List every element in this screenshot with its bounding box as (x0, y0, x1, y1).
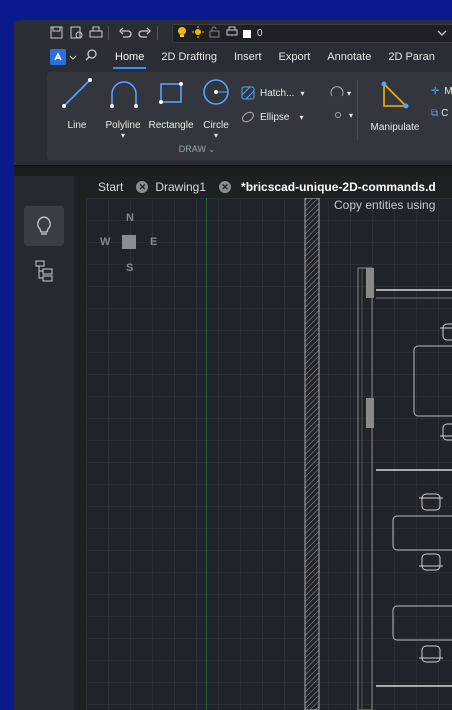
point-icon (335, 112, 341, 118)
layer-color-swatch (243, 29, 251, 38)
quick-access-toolbar: 0 (14, 20, 452, 45)
chevron-down-icon: ⌄ (208, 145, 216, 154)
copy-label: C (441, 108, 449, 119)
hatch-icon (241, 86, 255, 100)
hatch-label: Hatch... (260, 87, 295, 99)
manipulate-label: Manipulate (370, 122, 420, 133)
doc-tab-label: Drawing1 (155, 180, 207, 194)
layer-print-icon (226, 26, 238, 41)
circle-button[interactable]: Circle ▾ (197, 76, 235, 140)
draw-panel-title[interactable]: DRAW ⌄ (47, 144, 347, 154)
doc-tab-label: *bricscad-unique-2D-commands.d (241, 180, 436, 194)
polyline-button[interactable]: Polyline ▾ (99, 76, 147, 140)
tab-2d-parametric[interactable]: 2D Paran (388, 51, 434, 63)
chevron-down-icon[interactable]: ▾ (347, 89, 351, 98)
rectangle-icon (159, 82, 183, 104)
manipulate-icon (381, 81, 409, 109)
arc-icon (330, 86, 344, 97)
close-icon[interactable]: ✕ (219, 181, 232, 193)
chevron-down-icon[interactable] (69, 48, 77, 66)
layer-lock-icon (209, 26, 221, 41)
floor-plan-drawing (304, 198, 452, 710)
save-as-icon[interactable] (68, 25, 84, 41)
app-window: 0 Home 2D Drafting Insert Export Annotat… (14, 20, 452, 710)
rectangle-button[interactable]: Rectangle (147, 76, 195, 131)
undo-icon[interactable] (117, 25, 133, 41)
save-icon[interactable] (48, 25, 64, 41)
move-label: M (444, 86, 452, 97)
app-logo-icon[interactable] (50, 49, 66, 65)
circle-label: Circle (203, 120, 229, 131)
ribbon-tabs: Home 2D Drafting Insert Export Annotate … (14, 45, 452, 69)
draw-panel-label: DRAW (178, 144, 206, 154)
lightbulb-icon (37, 216, 51, 235)
circle-icon (203, 79, 229, 105)
chevron-down-icon[interactable]: ▾ (197, 131, 235, 140)
layer-name: 0 (257, 28, 263, 39)
side-panel (14, 176, 86, 710)
doc-tab-label: Start (98, 180, 124, 194)
drawing-canvas[interactable]: N W E S Copy entities using (86, 198, 452, 710)
divider (357, 80, 358, 140)
line-label: Line (67, 120, 87, 131)
polyline-icon (110, 81, 138, 108)
search-icon[interactable] (85, 48, 97, 66)
chevron-down-icon[interactable] (437, 28, 447, 39)
layer-bulb-icon (177, 26, 187, 41)
rectangle-label: Rectangle (148, 120, 194, 131)
ellipse-button[interactable]: Ellipse ▾ (241, 110, 303, 124)
line-icon (62, 78, 92, 108)
tab-home[interactable]: Home (112, 51, 147, 69)
chevron-down-icon[interactable]: ▾ (99, 131, 147, 140)
tree-structure-icon (35, 260, 53, 282)
doc-tab-drawing1[interactable]: Drawing1 (155, 180, 206, 194)
draw-panel: Line Polyline ▾ Rectangle Circle ▾ Hatch… (47, 72, 452, 160)
divider (108, 25, 109, 40)
arc-button[interactable]: ▾ (330, 86, 351, 100)
move-button[interactable]: ✛ M (431, 86, 452, 97)
tab-annotate[interactable]: Annotate (327, 51, 371, 63)
manipulate-button[interactable]: Manipulate (365, 78, 425, 133)
tab-2d-drafting[interactable]: 2D Drafting (161, 51, 217, 63)
tab-export[interactable]: Export (279, 51, 311, 63)
tips-button[interactable] (24, 206, 64, 246)
copy-icon: ⧉ (431, 108, 439, 119)
ellipse-label: Ellipse (260, 111, 290, 123)
divider (157, 25, 158, 40)
layer-sun-icon (192, 26, 204, 41)
hatch-button[interactable]: Hatch... ▾ (241, 86, 304, 100)
chevron-down-icon[interactable]: ▾ (300, 89, 304, 98)
print-icon[interactable] (88, 25, 104, 41)
move-icon: ✛ (431, 86, 440, 97)
line-button[interactable]: Line (57, 76, 97, 131)
close-icon[interactable]: ✕ (136, 181, 149, 193)
doc-tab-start[interactable]: Start (98, 180, 123, 194)
tab-insert[interactable]: Insert (234, 51, 262, 63)
chevron-down-icon[interactable]: ▾ (299, 113, 303, 122)
copy-button[interactable]: ⧉ C (431, 108, 448, 119)
point-button[interactable]: ▾ (333, 110, 353, 120)
chevron-down-icon[interactable]: ▾ (349, 111, 353, 120)
ellipse-icon (242, 111, 254, 123)
structure-button[interactable] (34, 260, 54, 287)
doc-tab-active[interactable]: *bricscad-unique-2D-commands.d (241, 180, 436, 194)
redo-icon[interactable] (137, 25, 153, 41)
layer-dropdown[interactable]: 0 (172, 24, 452, 43)
polyline-label: Polyline (105, 120, 141, 131)
ribbon: Line Polyline ▾ Rectangle Circle ▾ Hatch… (14, 69, 452, 166)
